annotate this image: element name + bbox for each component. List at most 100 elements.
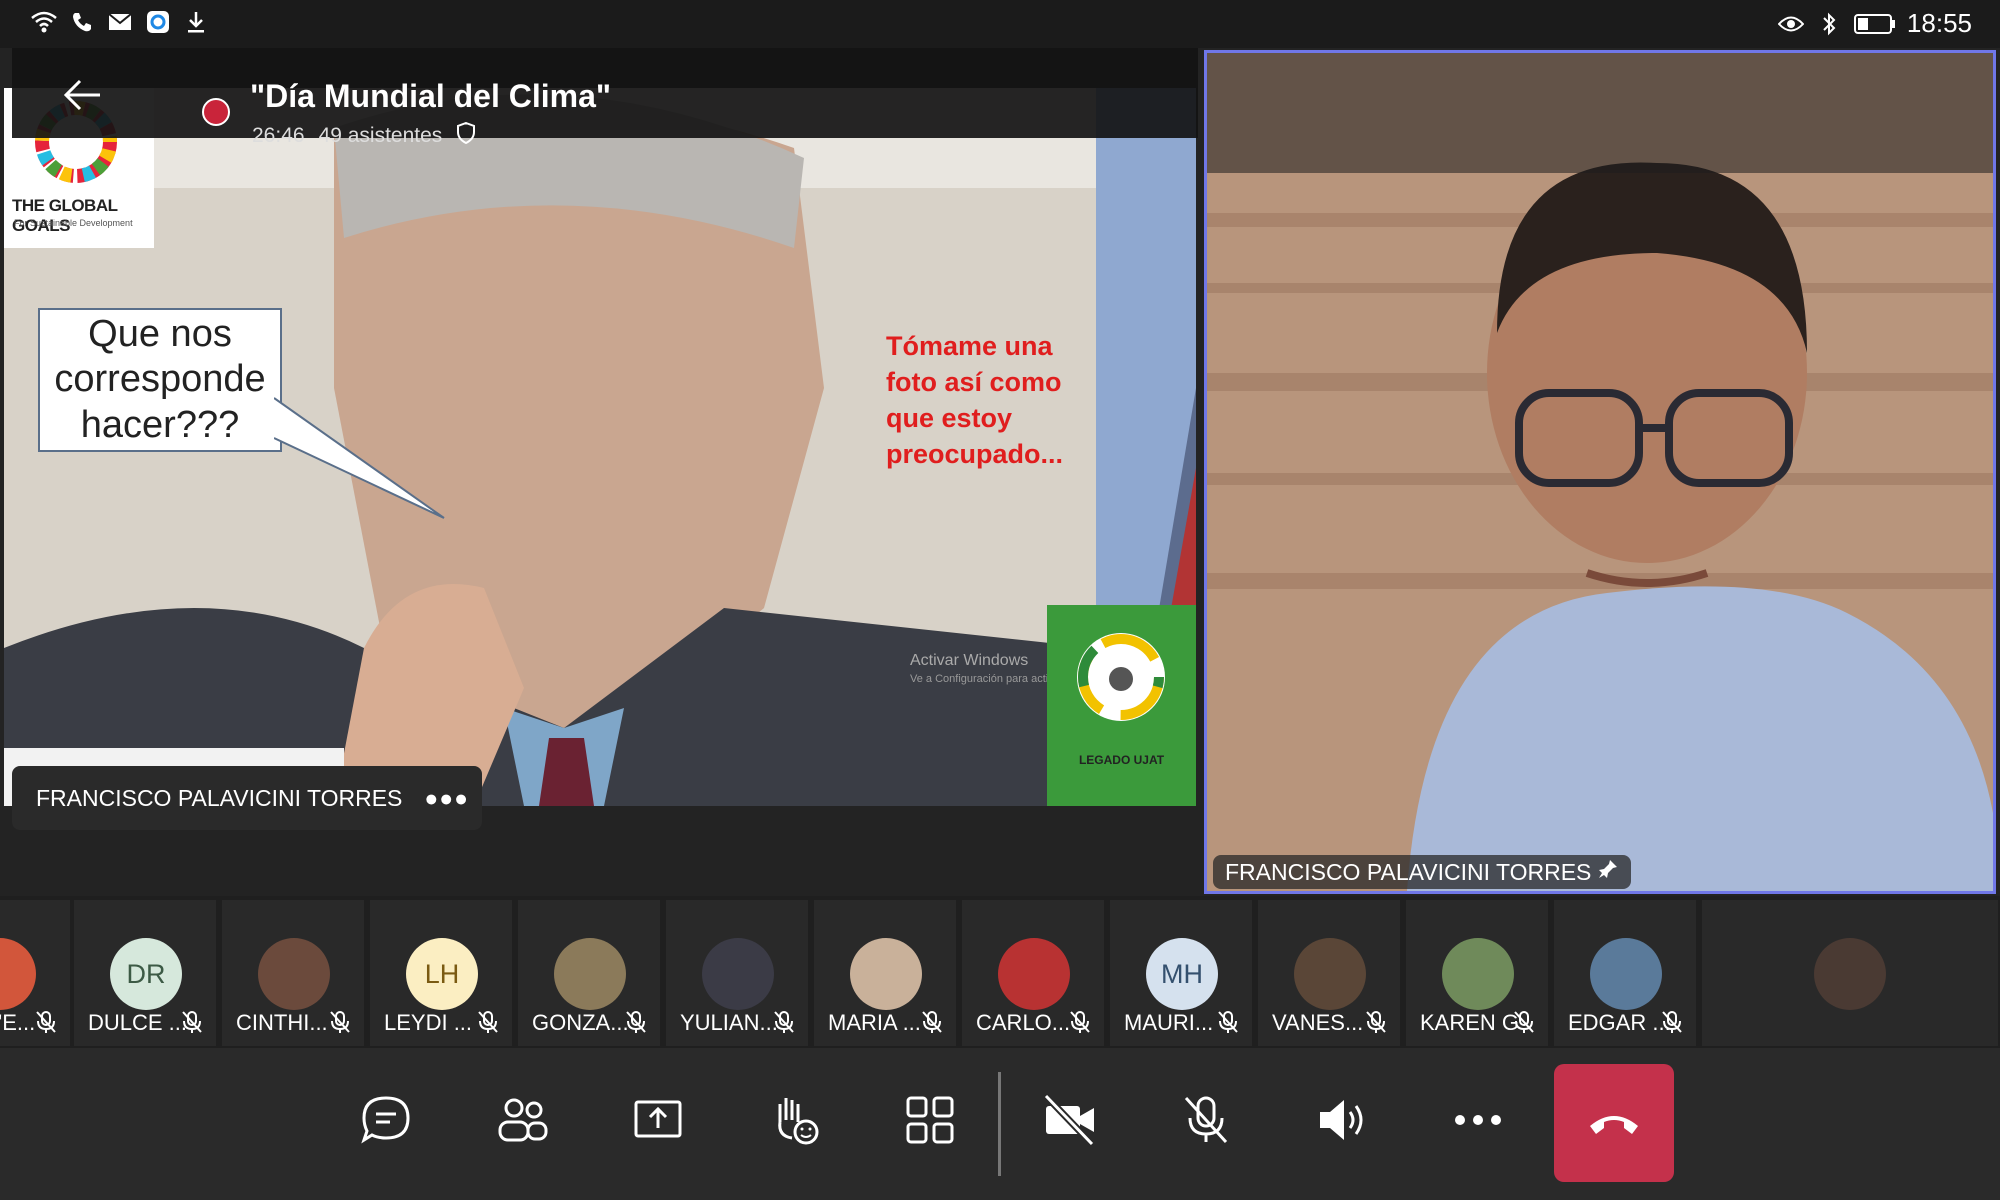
participant-avatar: DR [110, 938, 182, 1010]
presenter-name: FRANCISCO PALAVICINI TORRES [36, 784, 403, 811]
mic-off-icon [772, 1010, 796, 1034]
mic-toggle-button[interactable] [1156, 1070, 1256, 1170]
speech-bubble: Que nos corresponde hacer??? [38, 308, 282, 452]
participant-name: LEYDI ... [384, 1010, 473, 1035]
participant-tile[interactable]: MARIA ... [814, 900, 956, 1046]
people-icon [498, 1098, 548, 1142]
bluetooth-icon [1815, 10, 1843, 38]
participant-name: 'E... [0, 1010, 36, 1035]
phone-icon [68, 8, 96, 36]
hang-up-icon [1590, 1116, 1638, 1134]
pin-icon[interactable] [1597, 858, 1619, 886]
participant-tile[interactable]: VANES... [1258, 900, 1400, 1046]
participant-tile[interactable]: YULIAN... [666, 900, 808, 1046]
participant-tile[interactable]: DR DULCE ... [74, 900, 216, 1046]
video-top-shade [1207, 53, 1993, 173]
participants-button[interactable] [472, 1070, 572, 1170]
participant-video[interactable]: FRANCISCO PALAVICINI TORRES [1204, 50, 1996, 894]
video-frame [1207, 53, 1993, 891]
activate-windows-watermark: Activar Windows [910, 652, 1029, 669]
shield-icon [456, 121, 476, 150]
speech-bubble-tail [274, 397, 445, 519]
global-goals-title: THE GLOBAL GOALS [12, 196, 118, 235]
meeting-header: "Día Mundial del Clima" 26:46 49 asisten… [12, 48, 1198, 147]
mic-off-icon [180, 1010, 204, 1034]
download-icon [182, 8, 210, 36]
participant-avatar [998, 938, 1070, 1010]
participant-avatar [1294, 938, 1366, 1010]
participant-tile[interactable]: GONZA... [518, 900, 660, 1046]
call-controls [0, 1048, 2000, 1200]
back-arrow-icon[interactable] [62, 78, 102, 117]
speaker-button[interactable] [1292, 1070, 1392, 1170]
status-icons-right: 18:55 [1777, 8, 1972, 39]
more-actions-button[interactable] [1428, 1070, 1528, 1170]
participant-tile[interactable]: MH MAURI... [1110, 900, 1252, 1046]
status-time: 18:55 [1906, 8, 1972, 38]
mic-off-icon [476, 1010, 500, 1034]
eye-icon [1777, 10, 1805, 38]
participant-tile[interactable] [1702, 900, 1998, 1046]
chat-button[interactable] [336, 1070, 436, 1170]
meeting-elapsed-time: 26:46 [252, 124, 305, 147]
participant-avatar [1442, 938, 1514, 1010]
participant-name: KAREN G [1420, 1010, 1520, 1035]
participant-avatar [702, 938, 774, 1010]
mic-off-icon [1660, 1010, 1684, 1034]
participant-avatar [554, 938, 626, 1010]
mic-off-icon [1068, 1010, 1092, 1034]
camera-toggle-button[interactable] [1020, 1070, 1120, 1170]
participant-tile[interactable]: EDGAR ... [1554, 900, 1696, 1046]
battery-icon [1853, 10, 1897, 38]
mail-icon [106, 8, 134, 36]
meeting-attendee-count[interactable]: 49 asistentes [319, 124, 443, 148]
mic-off-icon [1364, 1010, 1388, 1034]
mic-off-icon [328, 1010, 352, 1034]
layout-button[interactable] [880, 1070, 980, 1170]
participant-name: VANES... [1272, 1010, 1364, 1035]
chat-icon [361, 1096, 410, 1144]
global-goals-subtitle: For Sustainable Development [14, 218, 133, 228]
ellipsis-icon [1455, 1115, 1501, 1125]
participant-strip: 'E... DR DULCE ... CINTHI... LH LEYDI ... GONZ… [0, 900, 2000, 1046]
share-screen-button[interactable] [608, 1070, 708, 1170]
participant-avatar [850, 938, 922, 1010]
participant-avatar [0, 938, 36, 1010]
video-participant-name: FRANCISCO PALAVICINI TORRES [1225, 858, 1592, 885]
participant-avatar [1590, 938, 1662, 1010]
participant-tile[interactable]: 'E... [0, 900, 70, 1046]
mic-off-icon [920, 1010, 944, 1034]
participant-name: EDGAR ... [1568, 1010, 1671, 1035]
wifi-icon [30, 8, 58, 36]
controls-divider [998, 1072, 1001, 1176]
mic-off-icon [1216, 1010, 1240, 1034]
app-notification-icon [144, 8, 172, 36]
participant-name: DULCE ... [88, 1010, 188, 1035]
participant-tile[interactable]: CARLO... [962, 900, 1104, 1046]
meeting-title: "Día Mundial del Clima" [250, 78, 612, 114]
legado-ujat-text: LEGADO UJAT [1078, 753, 1165, 767]
participant-name: YULIAN... [680, 1010, 778, 1035]
legado-ujat-logo-icon [1077, 633, 1165, 721]
slide-red-caption: Tómame una foto así como que estoy preoc… [886, 331, 1064, 469]
participant-tile[interactable]: CINTHI... [222, 900, 364, 1046]
more-options-icon[interactable]: ●●● [424, 785, 469, 812]
hang-up-button[interactable] [1554, 1064, 1674, 1182]
participant-name: MARIA ... [828, 1010, 921, 1035]
reactions-button[interactable] [744, 1070, 844, 1170]
camera-off-icon [1043, 1093, 1095, 1147]
mic-off-icon [1184, 1096, 1228, 1144]
presenter-name-chip: FRANCISCO PALAVICINI TORRES ●●● [12, 766, 482, 830]
participant-tile[interactable]: KAREN G [1406, 900, 1548, 1046]
participant-avatar [1814, 938, 1886, 1010]
raise-hand-icon [778, 1098, 819, 1145]
participant-tile[interactable]: LH LEYDI ... [370, 900, 512, 1046]
participant-name: MAURI... [1124, 1010, 1214, 1035]
recording-indicator-icon [202, 98, 230, 126]
shared-slide: THE GLOBAL GOALS For Sustainable Develop… [4, 88, 1196, 806]
participant-name: CINTHI... [236, 1010, 328, 1035]
participant-avatar: MH [1146, 938, 1218, 1010]
meeting-subtitle: 26:46 49 asistentes [252, 121, 476, 150]
legado-ujat-badge: LEGADO UJAT [1047, 605, 1196, 806]
status-icons-left [30, 8, 210, 36]
